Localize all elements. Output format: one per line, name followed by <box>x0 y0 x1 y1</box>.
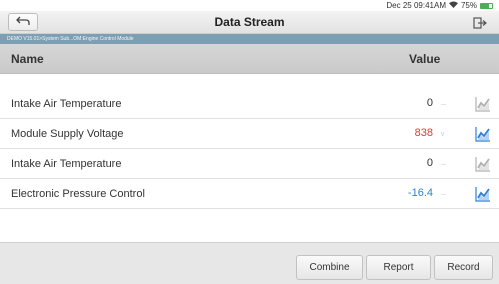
parameter-name: Module Supply Voltage <box>11 128 124 140</box>
column-header-name: Name <box>11 52 44 66</box>
back-button[interactable] <box>8 13 38 31</box>
parameter-name: Electronic Pressure Control <box>11 188 145 200</box>
graph-icon[interactable] <box>475 126 491 142</box>
record-button[interactable]: Record <box>434 255 493 280</box>
page-title: Data Stream <box>214 15 285 29</box>
parameter-name: Intake Air Temperature <box>11 98 122 110</box>
table-row[interactable]: Intake Air Temperature 0 — <box>0 90 499 119</box>
bottom-toolbar: Combine Report Record <box>0 242 499 284</box>
battery-icon <box>480 2 493 9</box>
export-icon[interactable] <box>473 16 487 30</box>
unit-label: V <box>441 132 445 138</box>
status-datetime: Dec 25 09:41AM <box>386 1 446 10</box>
report-button[interactable]: Report <box>366 255 431 280</box>
table-row[interactable]: Module Supply Voltage 838 V <box>0 120 499 149</box>
table-header: Name Value <box>0 44 499 74</box>
status-indicators: Dec 25 09:41AM 75% <box>386 0 493 11</box>
status-bar: Dec 25 09:41AM 75% <box>0 0 499 11</box>
combine-button[interactable]: Combine <box>296 255 363 280</box>
parameter-value: 838 <box>414 127 433 139</box>
graph-icon[interactable] <box>475 96 491 112</box>
parameter-value: 0 <box>426 157 433 169</box>
parameter-value: 0 <box>426 97 433 109</box>
table-row[interactable]: Electronic Pressure Control -16.4 — <box>0 180 499 209</box>
battery-percent: 75% <box>460 1 477 10</box>
parameter-value: -16.4 <box>407 187 433 199</box>
unit-label: — <box>441 192 446 198</box>
title-bar: Data Stream <box>0 11 499 34</box>
table-row[interactable]: Intake Air Temperature 0 — <box>0 150 499 179</box>
unit-label: — <box>441 162 446 168</box>
back-arrow-icon <box>16 13 30 31</box>
graph-icon[interactable] <box>475 156 491 172</box>
unit-label: — <box>441 102 446 108</box>
column-header-value: Value <box>409 52 441 66</box>
parameter-name: Intake Air Temperature <box>11 158 122 170</box>
breadcrumb: DEMO V15.01>System Sub...OM:Engine Contr… <box>0 34 499 44</box>
wifi-icon <box>448 0 458 11</box>
graph-icon[interactable] <box>475 186 491 202</box>
